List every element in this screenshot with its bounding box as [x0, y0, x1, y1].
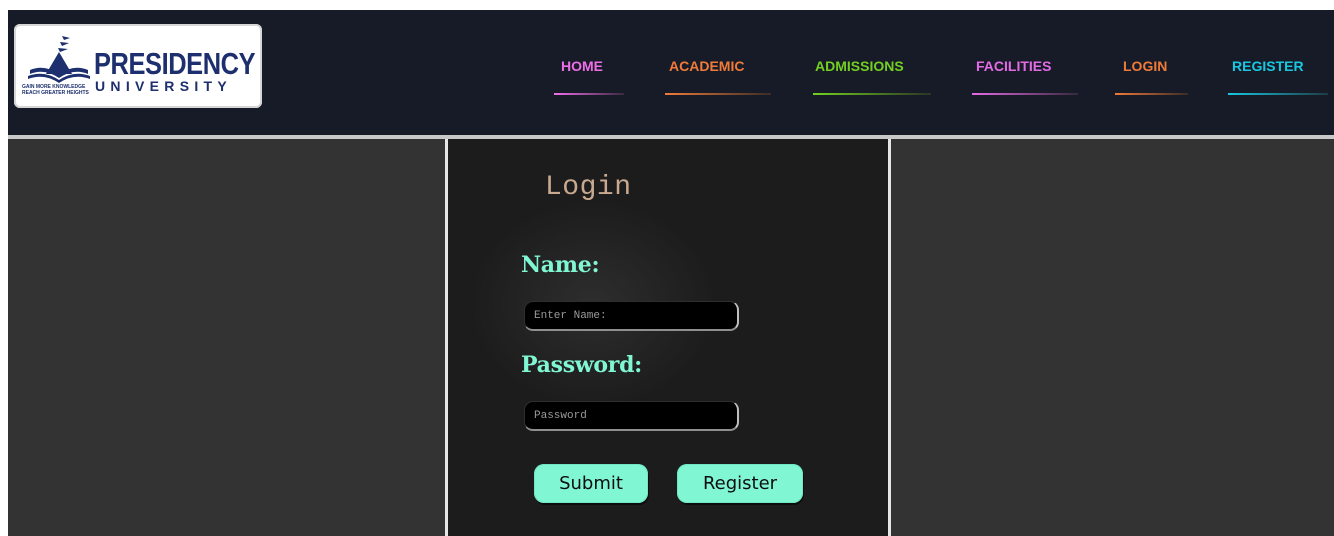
- nav-register[interactable]: REGISTER: [1232, 58, 1304, 74]
- login-panel: Login Name: Password: Submit Register: [448, 139, 888, 536]
- right-side-panel: [891, 139, 1334, 536]
- nav-home[interactable]: HOME: [561, 58, 603, 74]
- name-input[interactable]: [524, 301, 739, 331]
- logo-title: PRESIDENCY: [94, 46, 256, 81]
- logo-tagline: GAIN MORE KNOWLEDGE REACH GREATER HEIGHT…: [22, 84, 92, 96]
- open-book-emblem-icon: [28, 36, 90, 83]
- nav-academic[interactable]: ACADEMIC: [669, 58, 744, 74]
- nav-academic-underline: [665, 93, 771, 95]
- submit-button[interactable]: Submit: [534, 464, 648, 503]
- nav-home-underline: [554, 93, 624, 95]
- logo-subtitle: UNIVERSITY: [95, 78, 233, 94]
- nav-admissions-underline: [813, 93, 931, 95]
- nav-facilities-underline: [972, 93, 1078, 95]
- page: PRESIDENCY UNIVERSITY GAIN MORE KNOWLEDG…: [0, 0, 1334, 536]
- logo-tagline-line2: REACH GREATER HEIGHTS: [22, 90, 89, 96]
- password-label: Password:: [521, 352, 642, 378]
- password-input[interactable]: [524, 401, 739, 431]
- name-label: Name:: [521, 252, 600, 278]
- nav-login[interactable]: LOGIN: [1123, 58, 1167, 74]
- university-logo[interactable]: PRESIDENCY UNIVERSITY GAIN MORE KNOWLEDG…: [14, 24, 262, 108]
- nav-facilities[interactable]: FACILITIES: [976, 58, 1051, 74]
- register-button[interactable]: Register: [677, 464, 803, 503]
- site-header: PRESIDENCY UNIVERSITY GAIN MORE KNOWLEDG…: [8, 10, 1334, 135]
- nav-register-underline: [1228, 93, 1328, 95]
- nav-login-underline: [1115, 93, 1188, 95]
- nav-admissions[interactable]: ADMISSIONS: [815, 58, 904, 74]
- left-side-panel: [8, 139, 445, 536]
- login-title: Login: [545, 172, 632, 203]
